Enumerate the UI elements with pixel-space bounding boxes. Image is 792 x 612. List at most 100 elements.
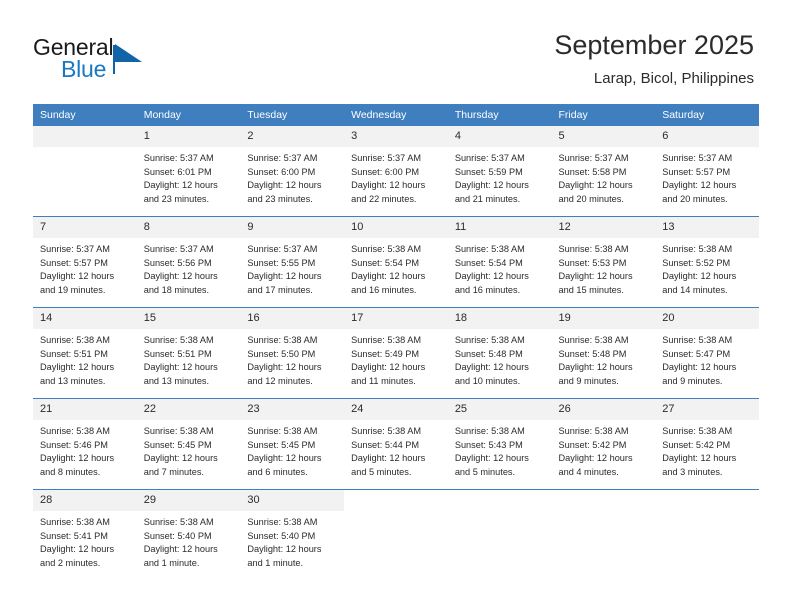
day-daylight2-text: and 2 minutes. xyxy=(40,557,101,568)
calendar-day-cell[interactable]: 18 Sunrise: 5:38 AM Sunset: 5:48 PM Dayligh… xyxy=(447,307,552,399)
calendar-day-cell[interactable]: 16 Sunrise: 5:38 AM Sunset: 5:50 PM Dayligh… xyxy=(240,307,345,399)
day-sunrise-text: Sunrise: 5:38 AM xyxy=(40,517,110,527)
title-block: September 2025 Larap, Bicol, Philippines xyxy=(554,28,754,90)
day-sunset-text: Sunset: 5:42 PM xyxy=(662,439,731,450)
calendar-day-cell[interactable]: 12 Sunrise: 5:38 AM Sunset: 5:53 PM Dayligh… xyxy=(551,216,656,308)
day-number: 18 xyxy=(447,308,552,329)
calendar-day-cell[interactable] xyxy=(447,489,552,580)
calendar-day-cell[interactable]: 7 Sunrise: 5:37 AM Sunset: 5:57 PM Daylight… xyxy=(33,216,137,308)
day-daylight2-text: and 10 minutes. xyxy=(454,375,521,386)
calendar-day-cell[interactable]: 11 Sunrise: 5:38 AM Sunset: 5:54 PM Dayligh… xyxy=(447,216,552,308)
calendar-day-cell[interactable]: 17 Sunrise: 5:38 AM Sunset: 5:49 PM Dayligh… xyxy=(344,307,448,399)
weekday-header-thursday: Thursday xyxy=(447,104,552,126)
day-number: 22 xyxy=(136,399,241,420)
day-daylight1-text: Daylight: 12 hours xyxy=(454,180,529,191)
weekday-header-sunday: Sunday xyxy=(33,104,137,126)
brand-logo[interactable]: General Blue xyxy=(33,34,233,86)
day-daylight2-text: and 7 minutes. xyxy=(143,466,204,477)
day-sunset-text: Sunset: 5:45 PM xyxy=(143,439,212,450)
page-header: General Blue September 2025 Larap, Bicol… xyxy=(0,0,792,104)
calendar-day-cell[interactable]: 15 Sunrise: 5:38 AM Sunset: 5:51 PM Dayligh… xyxy=(136,307,241,399)
day-details: Sunrise: 5:38 AM Sunset: 5:51 PM Daylight:… xyxy=(137,329,241,388)
calendar-day-cell[interactable]: 28 Sunrise: 5:38 AM Sunset: 5:41 PM Dayligh… xyxy=(33,489,137,580)
calendar-day-cell[interactable]: 6 Sunrise: 5:37 AM Sunset: 5:57 PM Daylight… xyxy=(655,126,759,217)
day-sunset-text: Sunset: 5:40 PM xyxy=(143,530,212,541)
calendar-day-cell[interactable]: 5 Sunrise: 5:37 AM Sunset: 5:58 PM Daylight… xyxy=(551,126,656,217)
day-daylight1-text: Daylight: 12 hours xyxy=(247,544,322,555)
day-number: 17 xyxy=(344,308,448,329)
day-sunset-text: Sunset: 5:53 PM xyxy=(558,257,627,268)
day-number: 14 xyxy=(33,308,137,329)
day-sunset-text: Sunset: 5:43 PM xyxy=(454,439,523,450)
calendar-day-cell[interactable] xyxy=(655,489,759,580)
day-sunrise-text: Sunrise: 5:38 AM xyxy=(143,335,214,345)
day-daylight1-text: Daylight: 12 hours xyxy=(40,362,115,373)
calendar-day-cell[interactable]: 29 Sunrise: 5:38 AM Sunset: 5:40 PM Dayligh… xyxy=(136,489,241,580)
day-details xyxy=(655,511,759,516)
calendar-table: Sunday Monday Tuesday Wednesday Thursday Frid… xyxy=(33,104,759,580)
calendar-day-cell[interactable]: 9 Sunrise: 5:37 AM Sunset: 5:55 PM Daylight… xyxy=(240,216,345,308)
calendar-header-row: Sunday Monday Tuesday Wednesday Thursday Frid… xyxy=(33,104,759,126)
calendar-day-cell[interactable]: 21 Sunrise: 5:38 AM Sunset: 5:46 PM Dayligh… xyxy=(33,398,137,490)
calendar-day-cell[interactable]: 3 Sunrise: 5:37 AM Sunset: 6:00 PM Daylight… xyxy=(344,126,448,217)
calendar-day-cell[interactable]: 26 Sunrise: 5:38 AM Sunset: 5:42 PM Dayligh… xyxy=(551,398,656,490)
day-sunrise-text: Sunrise: 5:37 AM xyxy=(454,153,525,163)
day-details: Sunrise: 5:38 AM Sunset: 5:43 PM Daylight:… xyxy=(448,420,552,479)
calendar-day-cell[interactable]: 25 Sunrise: 5:38 AM Sunset: 5:43 PM Dayligh… xyxy=(447,398,552,490)
calendar-day-cell[interactable]: 13 Sunrise: 5:38 AM Sunset: 5:52 PM Dayligh… xyxy=(655,216,759,308)
day-number: 12 xyxy=(551,217,656,238)
day-daylight2-text: and 12 minutes. xyxy=(247,375,313,386)
day-daylight1-text: Daylight: 12 hours xyxy=(558,180,633,191)
calendar-day-cell[interactable] xyxy=(551,489,656,580)
calendar-day-cell[interactable]: 4 Sunrise: 5:37 AM Sunset: 5:59 PM Daylight… xyxy=(447,126,552,217)
calendar-day-cell[interactable]: 24 Sunrise: 5:38 AM Sunset: 5:44 PM Dayligh… xyxy=(344,398,448,490)
day-details: Sunrise: 5:37 AM Sunset: 6:00 PM Daylight:… xyxy=(240,147,344,206)
day-details xyxy=(552,511,656,516)
day-sunrise-text: Sunrise: 5:38 AM xyxy=(247,335,318,345)
calendar-day-cell[interactable]: 19 Sunrise: 5:38 AM Sunset: 5:48 PM Dayligh… xyxy=(551,307,656,399)
calendar-day-cell[interactable]: 2 Sunrise: 5:37 AM Sunset: 6:00 PM Daylight… xyxy=(240,126,345,217)
day-number: 21 xyxy=(33,399,137,420)
day-details xyxy=(344,511,448,516)
day-daylight2-text: and 5 minutes. xyxy=(351,466,412,477)
day-daylight2-text: and 9 minutes. xyxy=(662,375,723,386)
day-sunset-text: Sunset: 6:01 PM xyxy=(143,166,212,177)
calendar-day-cell[interactable]: 30 Sunrise: 5:38 AM Sunset: 5:40 PM Dayligh… xyxy=(240,489,345,580)
day-number: 4 xyxy=(447,126,552,147)
calendar-day-cell[interactable]: 20 Sunrise: 5:38 AM Sunset: 5:47 PM Dayligh… xyxy=(655,307,759,399)
day-sunset-text: Sunset: 5:44 PM xyxy=(351,439,420,450)
day-daylight1-text: Daylight: 12 hours xyxy=(558,271,633,282)
day-details: Sunrise: 5:38 AM Sunset: 5:54 PM Daylight:… xyxy=(344,238,448,297)
day-sunset-text: Sunset: 5:58 PM xyxy=(558,166,627,177)
day-details: Sunrise: 5:38 AM Sunset: 5:50 PM Daylight:… xyxy=(240,329,344,388)
day-details: Sunrise: 5:37 AM Sunset: 5:55 PM Daylight:… xyxy=(240,238,344,297)
day-details: Sunrise: 5:38 AM Sunset: 5:52 PM Daylight:… xyxy=(655,238,759,297)
calendar-day-cell[interactable]: 10 Sunrise: 5:38 AM Sunset: 5:54 PM Dayligh… xyxy=(344,216,448,308)
day-daylight1-text: Daylight: 12 hours xyxy=(351,180,426,191)
day-sunset-text: Sunset: 5:54 PM xyxy=(454,257,523,268)
calendar-day-cell[interactable]: 22 Sunrise: 5:38 AM Sunset: 5:45 PM Dayligh… xyxy=(136,398,241,490)
page-title: September 2025 xyxy=(554,30,754,60)
day-details: Sunrise: 5:37 AM Sunset: 5:56 PM Daylight:… xyxy=(137,238,241,297)
calendar-day-cell[interactable]: 1 Sunrise: 5:37 AM Sunset: 6:01 PM Daylight… xyxy=(136,126,241,217)
day-sunset-text: Sunset: 5:42 PM xyxy=(558,439,627,450)
day-sunset-text: Sunset: 5:52 PM xyxy=(662,257,731,268)
day-sunrise-text: Sunrise: 5:38 AM xyxy=(351,244,422,254)
calendar-day-cell[interactable] xyxy=(33,126,137,217)
day-daylight1-text: Daylight: 12 hours xyxy=(662,453,737,464)
day-sunset-text: Sunset: 5:41 PM xyxy=(40,530,108,541)
day-daylight1-text: Daylight: 12 hours xyxy=(351,362,426,373)
day-number: 27 xyxy=(655,399,759,420)
calendar-day-cell[interactable]: 27 Sunrise: 5:38 AM Sunset: 5:42 PM Dayligh… xyxy=(655,398,759,490)
day-sunrise-text: Sunrise: 5:37 AM xyxy=(143,153,214,163)
calendar-day-cell[interactable]: 23 Sunrise: 5:38 AM Sunset: 5:45 PM Dayligh… xyxy=(240,398,345,490)
day-daylight2-text: and 1 minute. xyxy=(143,557,200,568)
day-sunrise-text: Sunrise: 5:38 AM xyxy=(351,335,422,345)
day-sunset-text: Sunset: 6:00 PM xyxy=(351,166,420,177)
calendar-day-cell[interactable]: 8 Sunrise: 5:37 AM Sunset: 5:56 PM Daylight… xyxy=(136,216,241,308)
calendar-day-cell[interactable]: 14 Sunrise: 5:38 AM Sunset: 5:51 PM Dayligh… xyxy=(33,307,137,399)
calendar-day-cell[interactable] xyxy=(344,489,448,580)
day-details xyxy=(33,147,137,152)
day-daylight2-text: and 16 minutes. xyxy=(351,284,417,295)
day-daylight1-text: Daylight: 12 hours xyxy=(40,453,115,464)
